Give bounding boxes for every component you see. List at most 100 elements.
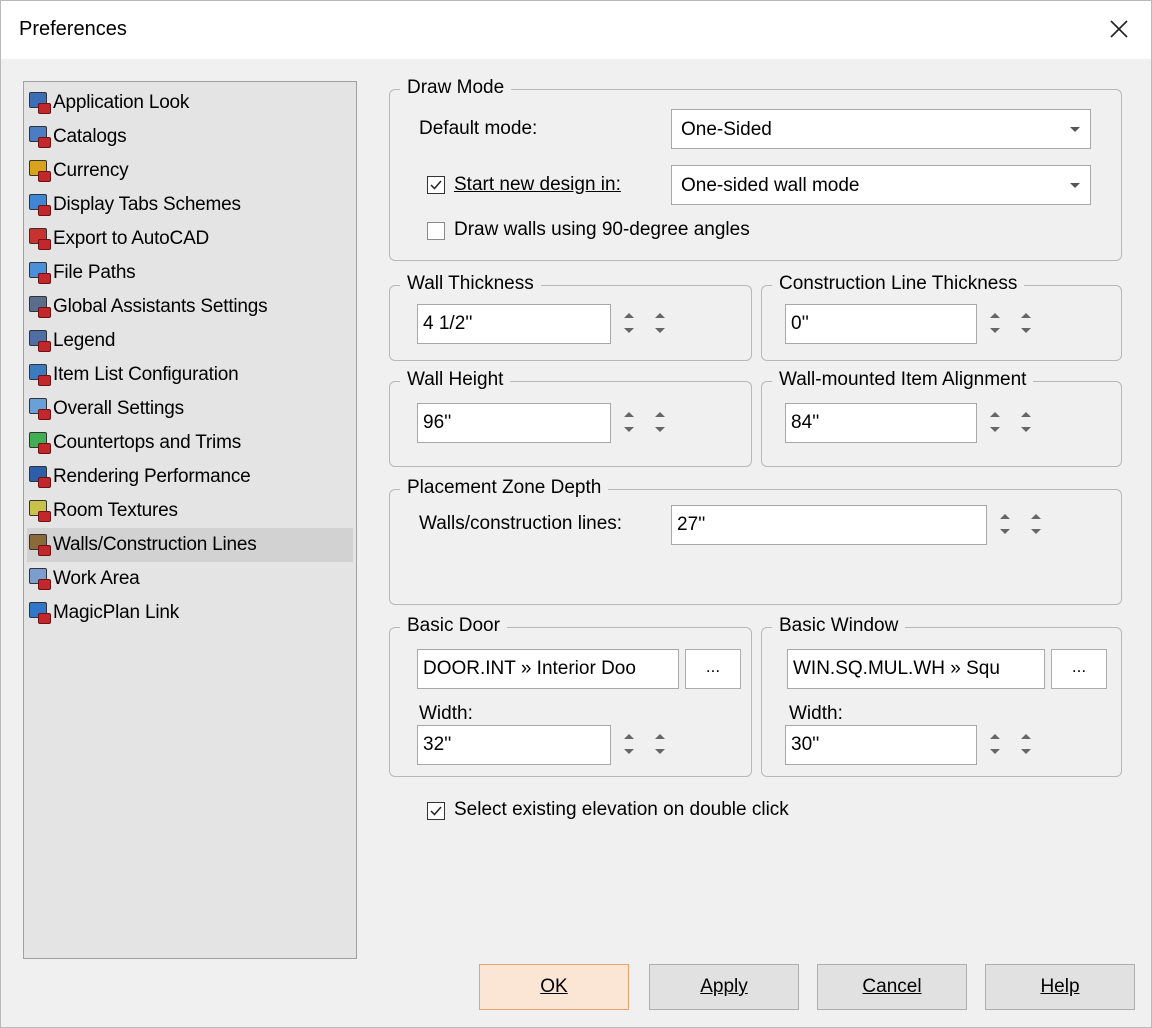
- spin-up-icon[interactable]: [1021, 412, 1031, 417]
- sidebar-item[interactable]: Export to AutoCAD: [27, 222, 353, 256]
- sidebar-item[interactable]: Overall Settings: [27, 392, 353, 426]
- spin-up-icon[interactable]: [990, 734, 1000, 739]
- sidebar-item[interactable]: Global Assistants Settings: [27, 290, 353, 324]
- ok-button[interactable]: OK: [479, 964, 629, 1010]
- spin-up-icon[interactable]: [1021, 734, 1031, 739]
- sidebar-item[interactable]: Rendering Performance: [27, 460, 353, 494]
- spin-down-icon[interactable]: [1021, 749, 1031, 754]
- spin-up-icon[interactable]: [624, 734, 634, 739]
- close-button[interactable]: [1093, 7, 1145, 51]
- sidebar-item[interactable]: Legend: [27, 324, 353, 358]
- spin-up-icon[interactable]: [1000, 514, 1010, 519]
- select-elevation-label[interactable]: Select existing elevation on double clic…: [454, 799, 789, 821]
- spin-down-icon[interactable]: [990, 328, 1000, 333]
- sidebar-item[interactable]: Walls/Construction Lines: [27, 528, 353, 562]
- sidebar-item-label: Item List Configuration: [53, 364, 239, 385]
- basic-door-width-input[interactable]: 32'': [417, 725, 611, 765]
- walls-construction-lines-label: Walls/construction lines:: [419, 513, 623, 534]
- basic-window-width-input[interactable]: 30'': [785, 725, 977, 765]
- construction-line-thickness-input[interactable]: 0'': [785, 304, 977, 344]
- checkmark-icon: [430, 180, 442, 190]
- basic-window-width-spinner[interactable]: [979, 725, 1049, 765]
- sidebar-item-label: Walls/Construction Lines: [53, 534, 257, 555]
- sidebar-item[interactable]: Display Tabs Schemes: [27, 188, 353, 222]
- wall-height-spinner[interactable]: [613, 403, 683, 443]
- assistants-icon: [29, 296, 51, 318]
- spin-down-icon[interactable]: [1021, 427, 1031, 432]
- spin-up-icon[interactable]: [1031, 514, 1041, 519]
- basic-door-browse-button[interactable]: ...: [685, 649, 741, 689]
- item-list-icon: [29, 364, 51, 386]
- default-mode-label: Default mode:: [419, 118, 538, 139]
- legend-icon: [29, 330, 51, 352]
- spin-down-icon[interactable]: [624, 427, 634, 432]
- start-new-design-checkbox[interactable]: [427, 176, 445, 194]
- spin-up-icon[interactable]: [990, 313, 1000, 318]
- preferences-category-list[interactable]: Application Look Catalogs Currency Display …: [23, 81, 357, 959]
- sidebar-item[interactable]: Item List Configuration: [27, 358, 353, 392]
- cancel-button[interactable]: Cancel: [817, 964, 967, 1010]
- placement-zone-input[interactable]: 27'': [671, 505, 987, 545]
- spin-down-icon[interactable]: [655, 749, 665, 754]
- close-icon: [1110, 20, 1128, 38]
- catalogs-icon: [29, 126, 51, 148]
- autocad-icon: [29, 228, 51, 250]
- basic-window-item-input[interactable]: WIN.SQ.MUL.WH » Squ: [787, 649, 1045, 689]
- sidebar-item-label: Rendering Performance: [53, 466, 251, 487]
- spin-up-icon[interactable]: [655, 412, 665, 417]
- basic-window-browse-button[interactable]: ...: [1051, 649, 1107, 689]
- spin-down-icon[interactable]: [990, 749, 1000, 754]
- spin-down-icon[interactable]: [1021, 328, 1031, 333]
- default-mode-select[interactable]: One-Sided: [671, 109, 1091, 149]
- basic-door-width-spinner[interactable]: [613, 725, 683, 765]
- sidebar-item[interactable]: Room Textures: [27, 494, 353, 528]
- start-new-design-text: Start new design in:: [454, 174, 621, 195]
- select-elevation-checkbox[interactable]: [427, 802, 445, 820]
- spin-down-icon[interactable]: [990, 427, 1000, 432]
- wall-thickness-spinner[interactable]: [613, 304, 683, 344]
- wall-height-input[interactable]: 96'': [417, 403, 611, 443]
- ok-button-label: OK: [540, 976, 568, 997]
- start-new-design-label[interactable]: Start new design in:: [454, 174, 621, 196]
- spin-up-icon[interactable]: [1021, 313, 1031, 318]
- spin-down-icon[interactable]: [624, 749, 634, 754]
- sidebar-item[interactable]: Catalogs: [27, 120, 353, 154]
- wall-mounted-alignment-spinner[interactable]: [979, 403, 1049, 443]
- spin-up-icon[interactable]: [655, 734, 665, 739]
- title-bar: Preferences: [1, 1, 1151, 59]
- sidebar-item[interactable]: MagicPlan Link: [27, 596, 353, 630]
- apply-button-label: Apply: [700, 976, 748, 997]
- help-button[interactable]: Help: [985, 964, 1135, 1010]
- preferences-dialog: Preferences Application Look Catalogs Curr…: [0, 0, 1152, 1028]
- construction-line-thickness-spinner[interactable]: [979, 304, 1049, 344]
- wall-height-title: Wall Height: [400, 369, 511, 391]
- spin-up-icon[interactable]: [624, 412, 634, 417]
- ninety-degree-label[interactable]: Draw walls using 90-degree angles: [454, 219, 750, 241]
- walls-icon: [29, 534, 51, 556]
- ninety-degree-checkbox[interactable]: [427, 222, 445, 240]
- spin-down-icon[interactable]: [655, 328, 665, 333]
- sidebar-item[interactable]: File Paths: [27, 256, 353, 290]
- spin-up-icon[interactable]: [655, 313, 665, 318]
- spin-up-icon[interactable]: [990, 412, 1000, 417]
- sidebar-item[interactable]: Work Area: [27, 562, 353, 596]
- spin-down-icon[interactable]: [655, 427, 665, 432]
- sidebar-item-label: Overall Settings: [53, 398, 184, 419]
- wall-mounted-alignment-input[interactable]: 84'': [785, 403, 977, 443]
- spin-up-icon[interactable]: [624, 313, 634, 318]
- sidebar-item[interactable]: Countertops and Trims: [27, 426, 353, 460]
- start-new-design-value: One-sided wall mode: [681, 175, 860, 196]
- wall-thickness-input[interactable]: 4 1/2'': [417, 304, 611, 344]
- spin-down-icon[interactable]: [1031, 529, 1041, 534]
- work-area-icon: [29, 568, 51, 590]
- sidebar-item[interactable]: Application Look: [27, 86, 353, 120]
- apply-button[interactable]: Apply: [649, 964, 799, 1010]
- placement-zone-spinner[interactable]: [989, 505, 1059, 545]
- spin-down-icon[interactable]: [624, 328, 634, 333]
- sidebar-item[interactable]: Currency: [27, 154, 353, 188]
- start-new-design-select[interactable]: One-sided wall mode: [671, 165, 1091, 205]
- spin-down-icon[interactable]: [1000, 529, 1010, 534]
- rendering-icon: [29, 466, 51, 488]
- sidebar-item-label: Global Assistants Settings: [53, 296, 268, 317]
- basic-door-item-input[interactable]: DOOR.INT » Interior Doo: [417, 649, 679, 689]
